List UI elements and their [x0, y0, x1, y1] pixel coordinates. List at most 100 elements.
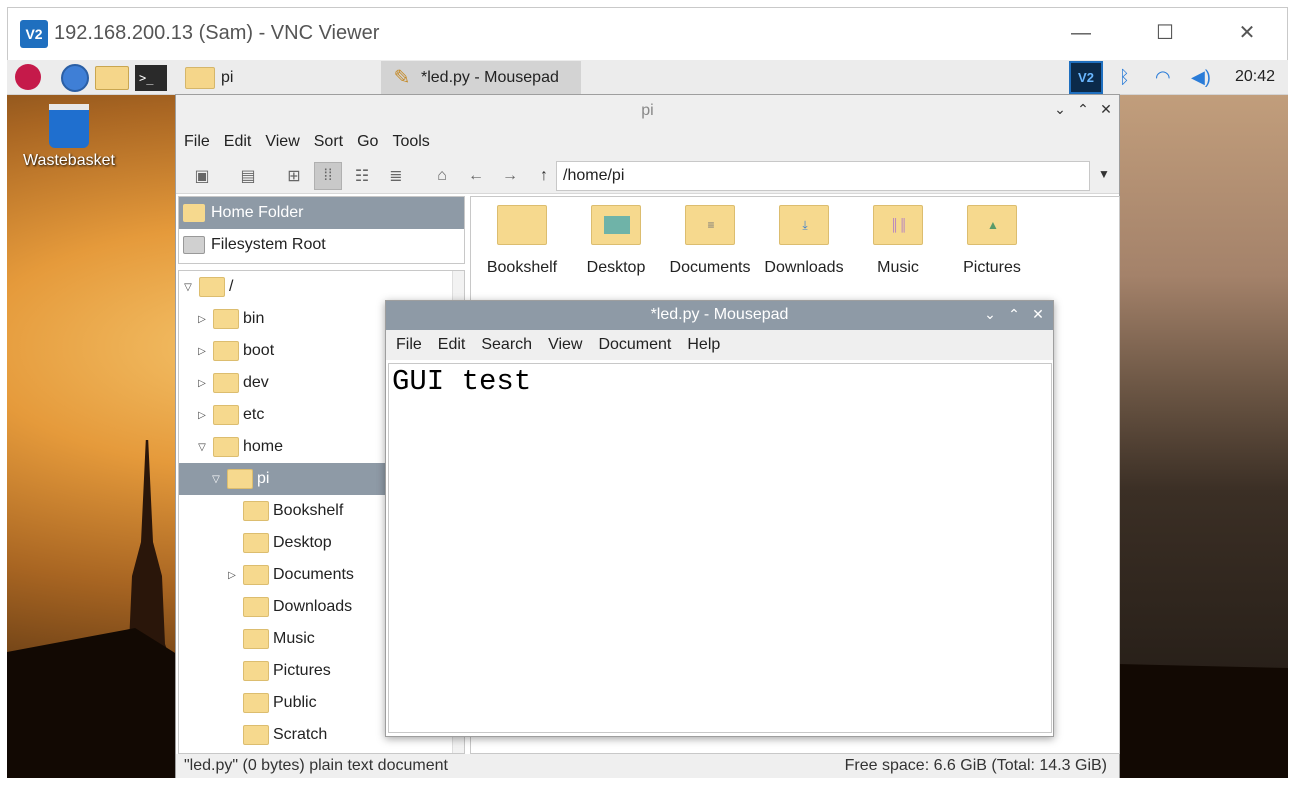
fm-menubar: File Edit View Sort Go Tools [176, 127, 1119, 157]
fm-minimize-button[interactable]: ⌄ [1050, 101, 1070, 118]
fm-menu-view[interactable]: View [265, 133, 299, 151]
vnc-tray-icon[interactable]: V2 [1069, 61, 1103, 94]
fm-titlebar[interactable]: pi ⌄ ⌃ ✕ [176, 95, 1119, 127]
up-arrow-icon[interactable]: ↑ [530, 162, 558, 190]
collapse-icon[interactable]: ▽ [209, 474, 223, 485]
mp-minimize-button[interactable]: ⌄ [980, 306, 1000, 323]
pictures-folder-icon: ▲ [967, 205, 1017, 245]
remote-desktop: >_ pi ✎ *led.py - Mousepad V2 ᛒ ◠ ◀) 20:… [7, 60, 1288, 778]
tree-item-label: boot [243, 342, 275, 359]
vnc-titlebar: V2 192.168.200.13 (Sam) - VNC Viewer — ☐… [7, 7, 1288, 60]
tree-item-label: / [229, 278, 234, 295]
folder-icon [199, 277, 225, 297]
folder-icon [213, 341, 239, 361]
tree-item-root[interactable]: ▽ / [179, 271, 449, 303]
file-item-label: Desktop [586, 259, 646, 276]
file-manager-launcher-icon[interactable] [95, 66, 129, 90]
bluetooth-icon[interactable]: ᛒ [1119, 67, 1130, 88]
collapse-icon[interactable]: ▽ [181, 282, 195, 293]
wastebasket-desktop-item[interactable]: Wastebasket [21, 104, 117, 170]
folder-icon [213, 373, 239, 393]
thumbnail-view-icon[interactable]: ⊞ [280, 162, 308, 190]
forward-arrow-icon[interactable]: → [496, 162, 524, 190]
expand-icon[interactable]: ▷ [195, 410, 209, 421]
new-folder-icon[interactable]: ▤ [234, 162, 262, 190]
tree-item-label: Pictures [273, 662, 331, 679]
mp-menu-edit[interactable]: Edit [438, 336, 466, 354]
file-item-documents[interactable]: ≡ Documents [665, 205, 755, 277]
vnc-minimize-button[interactable]: — [1061, 18, 1101, 48]
fm-menu-sort[interactable]: Sort [314, 133, 343, 151]
text-editor-area[interactable]: GUI test [388, 363, 1052, 733]
home-icon[interactable]: ⌂ [428, 162, 456, 190]
fm-close-button[interactable]: ✕ [1096, 101, 1116, 118]
path-input[interactable]: /home/pi [556, 161, 1090, 191]
fm-menu-go[interactable]: Go [357, 133, 378, 151]
mp-menu-view[interactable]: View [548, 336, 582, 354]
folder-icon [243, 501, 269, 521]
back-arrow-icon[interactable]: ← [462, 162, 490, 190]
expand-icon[interactable]: ▷ [195, 346, 209, 357]
file-item-bookshelf[interactable]: Bookshelf [477, 205, 567, 277]
taskbar-task-pi[interactable]: pi [181, 61, 381, 94]
mp-menu-search[interactable]: Search [481, 336, 532, 354]
file-item-downloads[interactable]: ⤓ Downloads [759, 205, 849, 277]
mp-menu-document[interactable]: Document [598, 336, 671, 354]
wastebasket-label: Wastebasket [23, 152, 115, 169]
path-dropdown-icon[interactable]: ▼ [1098, 167, 1110, 181]
mp-close-button[interactable]: ✕ [1028, 306, 1048, 323]
place-filesystem-root[interactable]: Filesystem Root [179, 229, 464, 261]
music-folder-icon [243, 629, 269, 649]
clock[interactable]: 20:42 [1235, 68, 1275, 86]
fm-menu-tools[interactable]: Tools [392, 133, 429, 151]
status-file-info: "led.py" (0 bytes) plain text document [184, 757, 448, 774]
home-folder-icon [183, 204, 205, 222]
file-item-label: Pictures [963, 259, 1021, 276]
vnc-maximize-button[interactable]: ☐ [1145, 18, 1185, 48]
vnc-close-button[interactable]: ✕ [1227, 18, 1267, 48]
place-home-folder[interactable]: Home Folder [179, 197, 464, 229]
tree-item-label: Documents [273, 566, 354, 583]
expand-icon[interactable]: ▷ [225, 570, 239, 581]
desktop-folder-icon [591, 205, 641, 245]
mp-menu-help[interactable]: Help [687, 336, 720, 354]
tree-item-label: home [243, 438, 284, 455]
fm-toolbar: ▣ ▤ ⊞ ⁞⁞ ☷ ≣ ⌂ ← → ↑ /home/pi ▼ [176, 157, 1119, 194]
documents-folder-icon: ≡ [685, 205, 735, 245]
mp-maximize-button[interactable]: ⌃ [1004, 306, 1024, 323]
home-folder-icon [227, 469, 253, 489]
wifi-icon[interactable]: ◠ [1155, 67, 1171, 88]
tree-item-label: Music [273, 630, 315, 647]
raspberry-menu-icon[interactable] [15, 64, 41, 90]
vnc-logo-icon: V2 [20, 20, 48, 48]
list-view-icon[interactable]: ≣ [382, 162, 410, 190]
mp-menu-file[interactable]: File [396, 336, 422, 354]
music-folder-icon: ║║ [873, 205, 923, 245]
editor-content[interactable]: GUI test [392, 365, 1048, 398]
vnc-window-title: 192.168.200.13 (Sam) - VNC Viewer [54, 22, 380, 44]
volume-icon[interactable]: ◀) [1191, 67, 1211, 88]
file-item-desktop[interactable]: Desktop [571, 205, 661, 277]
folder-icon [213, 405, 239, 425]
tree-item-label: Downloads [273, 598, 353, 615]
compact-view-icon[interactable]: ☷ [348, 162, 376, 190]
web-browser-icon[interactable] [61, 64, 89, 92]
places-pane: Home Folder Filesystem Root [178, 196, 465, 264]
expand-icon[interactable]: ▷ [195, 378, 209, 389]
terminal-icon[interactable]: >_ [135, 65, 167, 91]
fm-menu-edit[interactable]: Edit [224, 133, 252, 151]
new-window-icon[interactable]: ▣ [188, 162, 216, 190]
mp-titlebar[interactable]: *led.py - Mousepad ⌄ ⌃ ✕ [386, 301, 1053, 330]
collapse-icon[interactable]: ▽ [195, 442, 209, 453]
fm-maximize-button[interactable]: ⌃ [1073, 101, 1093, 118]
tree-item-label: Bookshelf [273, 502, 344, 519]
file-item-music[interactable]: ║║ Music [853, 205, 943, 277]
taskbar-task-mousepad[interactable]: ✎ *led.py - Mousepad [381, 61, 581, 94]
fm-menu-file[interactable]: File [184, 133, 210, 151]
taskbar: >_ pi ✎ *led.py - Mousepad V2 ᛒ ◠ ◀) 20:… [7, 60, 1288, 95]
file-item-pictures[interactable]: ▲ Pictures [947, 205, 1037, 277]
icon-view-icon[interactable]: ⁞⁞ [314, 162, 342, 190]
expand-icon[interactable]: ▷ [195, 314, 209, 325]
tree-item-label: dev [243, 374, 269, 391]
downloads-folder-icon: ⤓ [779, 205, 829, 245]
